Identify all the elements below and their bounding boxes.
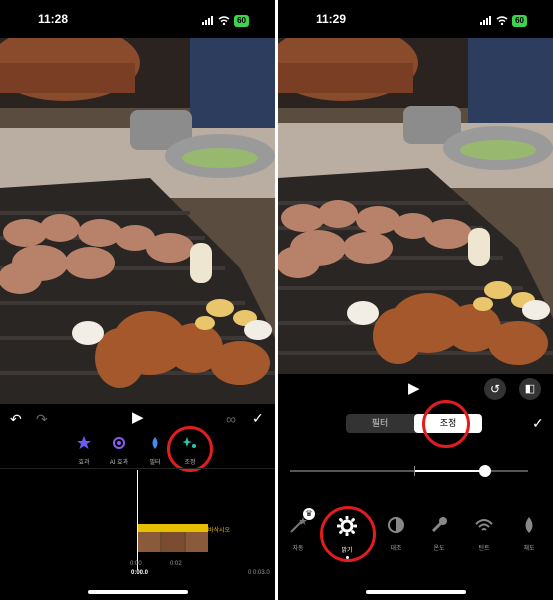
saturation-icon bbox=[520, 517, 538, 538]
signal-icon bbox=[202, 12, 214, 30]
battery-icon: 60 bbox=[512, 15, 527, 27]
video-clip[interactable] bbox=[138, 524, 208, 552]
time-mark: 0:00 bbox=[130, 561, 142, 567]
crown-badge-icon: ♛ bbox=[303, 508, 315, 520]
compare-icon[interactable]: ◧ bbox=[519, 378, 541, 400]
rotate-icon[interactable]: ↺ bbox=[484, 378, 506, 400]
adjust-label: 자동 bbox=[292, 546, 304, 552]
highlight-circle-adjust bbox=[167, 426, 213, 472]
link-icon[interactable]: ∞ bbox=[226, 412, 236, 426]
tab-filter[interactable]: 필터 bbox=[346, 414, 414, 433]
star-icon bbox=[77, 436, 91, 454]
tool-label: AI 효과 bbox=[109, 460, 129, 466]
adjust-saturation[interactable]: 채도 bbox=[514, 516, 544, 552]
wifi-icon bbox=[218, 12, 230, 30]
play-button[interactable]: ▶ bbox=[132, 410, 144, 425]
magic-wand-icon bbox=[289, 517, 307, 538]
video-preview bbox=[0, 38, 275, 404]
wifi-icon bbox=[496, 12, 508, 30]
ai-effect-icon bbox=[112, 437, 126, 454]
adjust-temperature[interactable]: 온도 bbox=[424, 516, 454, 552]
slider-knob[interactable] bbox=[479, 465, 492, 477]
adjust-label: 대조 bbox=[390, 546, 402, 552]
battery-icon: 60 bbox=[234, 15, 249, 27]
highlight-circle-brightness bbox=[320, 506, 376, 562]
photo-preview bbox=[278, 38, 553, 374]
adjust-label: 채도 bbox=[523, 546, 535, 552]
home-indicator bbox=[365, 590, 466, 594]
signal-icon bbox=[480, 12, 492, 30]
timeline-divider bbox=[0, 468, 275, 469]
clip-caption: 바삭시오 bbox=[208, 528, 231, 534]
confirm-icon[interactable]: ✓ bbox=[252, 411, 264, 425]
play-button[interactable]: ▶ bbox=[408, 381, 420, 396]
status-bar: 11:28 60 bbox=[0, 0, 275, 38]
slider-track[interactable] bbox=[290, 470, 528, 472]
tool-label: 효과 bbox=[78, 460, 90, 466]
undo-icon[interactable]: ↶ bbox=[10, 412, 22, 426]
highlight-circle-adjust-tab bbox=[422, 400, 470, 448]
adjust-label: 틴트 bbox=[478, 546, 490, 552]
slider-fill bbox=[414, 470, 486, 472]
time-mark: 0:02 bbox=[170, 561, 182, 567]
tool-effect[interactable]: 효과 bbox=[68, 436, 100, 466]
adjust-contrast[interactable]: 대조 bbox=[381, 516, 411, 552]
temperature-icon bbox=[430, 517, 448, 538]
status-time: 11:29 bbox=[316, 12, 347, 26]
status-bar: 11:29 60 bbox=[278, 0, 553, 38]
playhead[interactable] bbox=[137, 470, 138, 570]
end-time: 0 0:03.0 bbox=[248, 570, 270, 576]
contrast-icon bbox=[387, 517, 405, 538]
tint-icon bbox=[475, 519, 493, 538]
status-time: 11:28 bbox=[38, 12, 69, 26]
filter-icon bbox=[148, 437, 162, 454]
tool-label: 필터 bbox=[149, 460, 161, 466]
current-time: 0:00.0 bbox=[131, 570, 149, 576]
slider-center-tick bbox=[414, 466, 415, 476]
home-indicator bbox=[87, 590, 188, 594]
adjust-tint[interactable]: 틴트 bbox=[469, 516, 499, 552]
redo-icon[interactable]: ↷ bbox=[36, 412, 48, 426]
adjust-label: 온도 bbox=[433, 546, 445, 552]
confirm-icon[interactable]: ✓ bbox=[532, 416, 544, 430]
right-screen: 11:29 60 ▶ ↺ ◧ 필터 조정 ✓ ♛ 자동 밝기 대조 온도 틴트 … bbox=[278, 0, 553, 600]
tool-ai-effect[interactable]: AI 효과 bbox=[103, 436, 135, 466]
adjust-auto[interactable]: ♛ 자동 bbox=[283, 508, 315, 552]
left-screen: 11:28 60 ↶ ↷ ▶ ∞ ✓ 효과 AI 효과 필터 조정 바삭시오 0… bbox=[0, 0, 275, 600]
